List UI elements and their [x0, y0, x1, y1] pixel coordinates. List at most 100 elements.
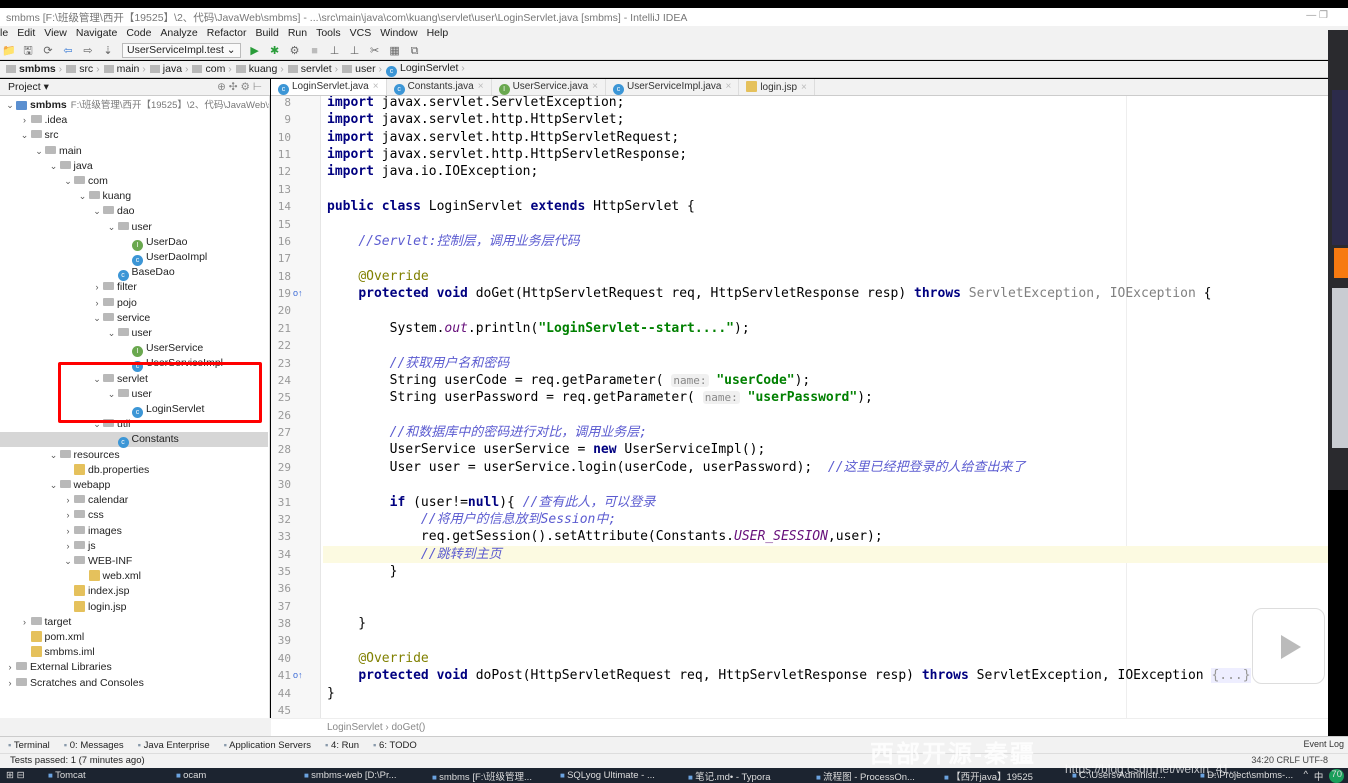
- chevron-right-icon[interactable]: ›: [91, 280, 103, 295]
- chevron-right-icon[interactable]: ›: [62, 524, 74, 539]
- chevron-right-icon[interactable]: ›: [4, 660, 16, 675]
- run-icon[interactable]: ▶: [249, 45, 261, 57]
- close-icon[interactable]: ×: [478, 81, 484, 92]
- taskbar-item[interactable]: smbms-web [D:\Pr...: [296, 770, 424, 781]
- chevron-right-icon[interactable]: ›: [19, 113, 31, 128]
- video-play-button[interactable]: [1252, 608, 1325, 684]
- tool-window-6--todo[interactable]: 6: TODO: [373, 740, 417, 751]
- event-log-button[interactable]: Event Log: [1303, 739, 1344, 749]
- run-configuration-select[interactable]: UserServiceImpl.test ⌄: [122, 43, 241, 58]
- tree-item[interactable]: ⌄ webapp: [0, 478, 268, 493]
- breadcrumb-item[interactable]: c LoginServlet: [386, 62, 465, 77]
- tool-window-terminal[interactable]: Terminal: [8, 740, 50, 751]
- editor-crumb-method[interactable]: doGet(): [391, 722, 425, 733]
- close-icon[interactable]: ×: [373, 81, 379, 92]
- taskbar-item[interactable]: SQLyog Ultimate - ...: [552, 770, 680, 781]
- taskbar-item[interactable]: ocam: [168, 770, 296, 781]
- tab-loginservlet-java[interactable]: c LoginServlet.java ×: [271, 79, 387, 95]
- stop-icon[interactable]: ■: [309, 45, 321, 57]
- tool-window-application-servers[interactable]: Application Servers: [224, 740, 311, 751]
- back-icon[interactable]: ⇦: [62, 45, 74, 57]
- tree-item[interactable]: ⌄ smbms F:\班级管理\西开【19525】\2、代码\JavaWeb\sm: [0, 98, 269, 113]
- sdk-icon[interactable]: ⧉: [409, 45, 421, 57]
- menu-analyze[interactable]: Analyze: [160, 27, 197, 42]
- taskbar-item[interactable]: 流程图 - ProcessOn...: [808, 769, 936, 783]
- chevron-down-icon[interactable]: ⌄: [91, 311, 103, 326]
- chevron-right-icon[interactable]: ›: [62, 539, 74, 554]
- tree-item[interactable]: › pojo: [0, 296, 268, 311]
- save-icon[interactable]: 🖫: [22, 45, 34, 57]
- chevron-down-icon[interactable]: ⌄: [62, 554, 74, 569]
- tray-chevron-icon[interactable]: ^: [1303, 769, 1307, 783]
- attach-icon[interactable]: ⊥: [329, 45, 341, 57]
- chevron-down-icon[interactable]: ⌄: [48, 448, 60, 463]
- tree-item[interactable]: › js: [0, 539, 268, 554]
- taskbar-item[interactable]: smbms [F:\班级管理...: [424, 769, 552, 783]
- tree-item[interactable]: db.properties: [0, 463, 268, 478]
- tree-item[interactable]: › target: [0, 615, 268, 630]
- chevron-right-icon[interactable]: ›: [91, 296, 103, 311]
- chevron-down-icon[interactable]: ⌄: [48, 159, 60, 174]
- tree-item[interactable]: › External Libraries: [0, 660, 268, 675]
- tree-item[interactable]: ⌄ user: [0, 326, 268, 341]
- tree-item[interactable]: c BaseDao: [0, 265, 268, 282]
- project-structure-icon[interactable]: ▦: [389, 45, 401, 57]
- chevron-down-icon[interactable]: ⌄: [106, 220, 118, 235]
- override-marker-icon[interactable]: o↑: [293, 288, 303, 298]
- close-icon[interactable]: ×: [801, 82, 807, 93]
- menu-edit[interactable]: Edit: [17, 27, 35, 42]
- tree-item[interactable]: › Scratches and Consoles: [0, 676, 268, 691]
- open-icon[interactable]: 📁: [2, 45, 16, 57]
- chevron-down-icon[interactable]: ⌄: [48, 478, 60, 493]
- settings-icon[interactable]: ✂: [369, 45, 381, 57]
- caret-position[interactable]: 34:20: [1251, 755, 1274, 765]
- tree-item[interactable]: ⌄ dao: [0, 204, 268, 219]
- update-icon[interactable]: ⊥: [349, 45, 361, 57]
- menu-le[interactable]: le: [0, 27, 8, 42]
- sync-icon[interactable]: ⟳: [42, 45, 54, 57]
- tree-item[interactable]: ⌄ com: [0, 174, 268, 189]
- tree-item[interactable]: c Constants: [0, 432, 268, 449]
- line-separator[interactable]: CRLF: [1276, 755, 1300, 765]
- override-marker-icon[interactable]: o↑: [293, 670, 303, 680]
- menu-view[interactable]: View: [44, 27, 67, 42]
- tree-item[interactable]: c UserDaoImpl: [0, 250, 268, 266]
- menu-run[interactable]: Run: [288, 27, 307, 42]
- editor-crumb-class[interactable]: LoginServlet: [327, 722, 383, 733]
- chevron-right-icon[interactable]: ›: [62, 493, 74, 508]
- breadcrumb-item[interactable]: smbms: [6, 63, 62, 75]
- tree-item[interactable]: ⌄ java: [0, 159, 268, 174]
- tab-userservice-java[interactable]: I UserService.java ×: [492, 79, 606, 95]
- debug-icon[interactable]: ✱: [269, 45, 281, 57]
- menu-navigate[interactable]: Navigate: [76, 27, 117, 42]
- build-icon[interactable]: ⇣: [102, 45, 114, 57]
- menu-tools[interactable]: Tools: [316, 27, 341, 42]
- project-view-select[interactable]: Project ▾: [8, 81, 49, 93]
- tree-item[interactable]: ⌄ src: [0, 128, 268, 143]
- tray-badge[interactable]: 70: [1329, 769, 1344, 783]
- tree-item[interactable]: smbms.iml: [0, 645, 268, 660]
- breadcrumb-item[interactable]: kuang: [235, 63, 284, 75]
- chevron-down-icon[interactable]: ⌄: [91, 204, 103, 219]
- taskbar-item[interactable]: Tomcat: [40, 770, 168, 781]
- window-controls[interactable]: — ❐: [1306, 10, 1328, 21]
- tree-item[interactable]: ⌄ user: [0, 220, 268, 235]
- chevron-down-icon[interactable]: ⌄: [62, 174, 74, 189]
- breadcrumb-item[interactable]: servlet: [287, 63, 338, 75]
- tree-item[interactable]: ⌄ kuang: [0, 189, 268, 204]
- chevron-right-icon[interactable]: ›: [62, 508, 74, 523]
- tree-item[interactable]: ⌄ main: [0, 144, 268, 159]
- tree-item[interactable]: I UserService: [0, 341, 268, 358]
- menu-window[interactable]: Window: [380, 27, 417, 42]
- tab-userserviceimpl-java[interactable]: c UserServiceImpl.java ×: [606, 79, 740, 95]
- coverage-icon[interactable]: ⚙: [289, 45, 301, 57]
- file-encoding[interactable]: UTF-8: [1303, 755, 1329, 765]
- tree-item[interactable]: web.xml: [0, 569, 268, 584]
- start-icon[interactable]: ⊞ ⊟: [0, 770, 40, 781]
- tree-item[interactable]: I UserDao: [0, 235, 268, 251]
- breadcrumb-item[interactable]: java: [149, 63, 189, 75]
- menu-vcs[interactable]: VCS: [350, 27, 372, 42]
- tree-item[interactable]: › images: [0, 524, 268, 539]
- chevron-down-icon[interactable]: ⌄: [33, 144, 45, 159]
- tree-item[interactable]: › calendar: [0, 493, 268, 508]
